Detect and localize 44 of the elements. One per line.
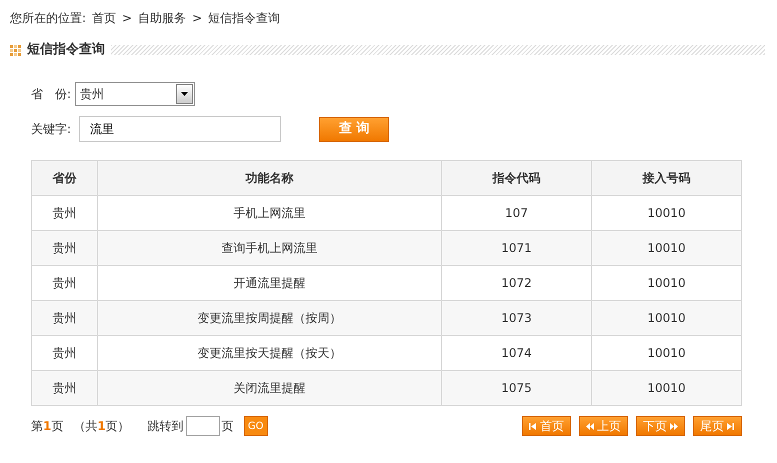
table-cell: 10010	[592, 370, 742, 406]
table-cell: 贵州	[32, 370, 98, 406]
breadcrumb-link[interactable]: 自助服务	[138, 9, 186, 27]
table-cell: 1071	[442, 230, 592, 266]
total-pages-text: （共1页）	[73, 418, 130, 435]
jump-label: 跳转到	[148, 418, 184, 435]
field-label: 省 份:	[31, 86, 72, 103]
field-label: 关键字:	[31, 121, 72, 138]
go-button[interactable]: GO	[244, 416, 268, 436]
breadcrumb-separator: >	[122, 10, 132, 27]
first-page-icon	[529, 422, 537, 430]
pager-button[interactable]: 上页	[579, 416, 628, 436]
pager-button[interactable]: 下页	[636, 416, 685, 436]
column-header: 功能名称	[98, 160, 442, 196]
table-cell: 10010	[592, 230, 742, 266]
last-page-icon	[727, 422, 735, 430]
breadcrumb-separator: >	[192, 10, 202, 27]
section-title: 短信指令查询	[27, 41, 105, 60]
search-button[interactable]: 查 询	[319, 116, 390, 142]
keyword-field[interactable]: 流里	[79, 116, 282, 142]
table-cell: 1075	[442, 370, 592, 406]
table-cell: 查询手机上网流里	[98, 230, 442, 266]
breadcrumb-current: 短信指令查询	[208, 10, 280, 27]
province-select[interactable]: 贵州	[75, 82, 196, 106]
rewind-icon	[586, 422, 594, 430]
table-cell: 10010	[592, 300, 742, 336]
table-cell: 变更流里按周提醒（按周）	[98, 300, 442, 336]
breadcrumb-link[interactable]: 首页	[92, 9, 116, 27]
column-header: 省份	[32, 160, 98, 196]
column-header: 接入号码	[592, 160, 742, 196]
table-cell: 关闭流里提醒	[98, 370, 442, 406]
table-cell: 1073	[442, 300, 592, 336]
page-number-field[interactable]	[186, 416, 220, 436]
column-header: 指令代码	[442, 160, 592, 196]
pager-button[interactable]: 首页	[522, 416, 571, 436]
fast-forward-icon	[670, 422, 678, 430]
table-cell: 贵州	[32, 230, 98, 266]
pager-button[interactable]: 尾页	[693, 416, 742, 436]
current-page-text: 第1页	[31, 418, 64, 435]
grid-icon	[10, 44, 21, 56]
table-cell: 贵州	[32, 300, 98, 336]
dropdown-arrow-icon	[181, 92, 188, 96]
page-suffix: 页	[222, 418, 234, 435]
location-label: 您所在的位置:	[10, 10, 86, 27]
